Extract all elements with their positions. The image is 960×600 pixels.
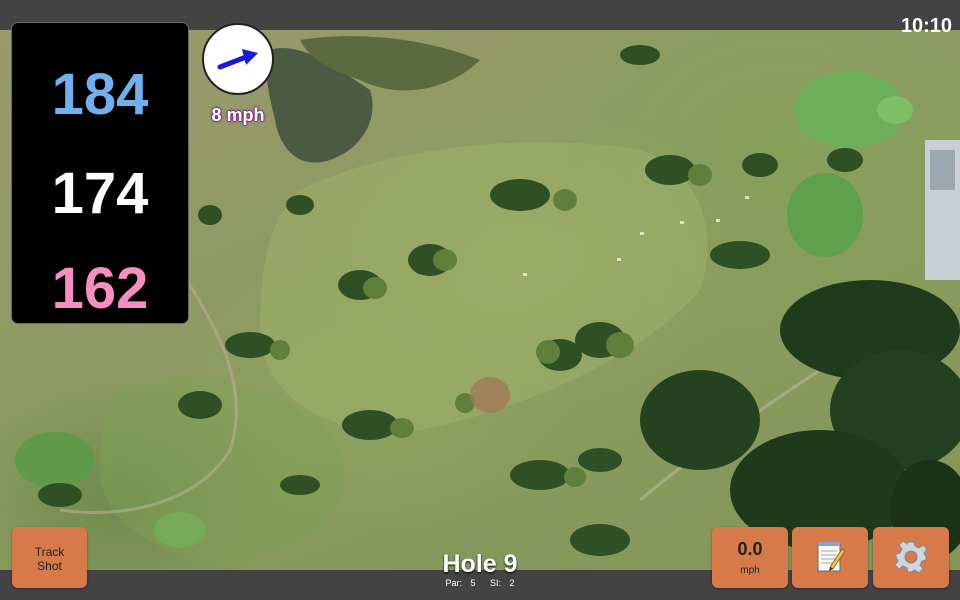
settings-button[interactable] [873,527,949,588]
distance-panel: 184 174 162 [11,22,189,324]
arrow-right-up-icon [217,49,258,70]
si-value: 2 [509,578,515,588]
par-value: 5 [470,578,476,588]
hole-meta: Par: 5 SI: 2 [380,578,580,589]
middle-distance: 174 [51,161,149,226]
hole-info: Hole 9 Par: 5 SI: 2 [380,550,580,589]
wind-speed-label: 8 mph [211,105,265,125]
notes-button[interactable] [792,527,868,588]
clock-time: 10:10 [900,15,952,37]
track-shot-label-line2: Shot [37,559,62,573]
si-label: SI: [490,578,502,588]
notepad-icon [817,542,846,572]
track-shot-label-line1: Track [34,545,65,559]
speed-value: 0.0 [737,539,763,559]
speed-unit: mph [740,565,760,576]
back-distance: 184 [51,62,149,127]
front-distance: 162 [51,256,149,321]
hole-title: Hole 9 [442,550,518,578]
gear-icon [894,540,928,574]
par-label: Par: [445,578,462,588]
wind-speed-button[interactable]: 0.0 mph [712,527,788,588]
track-shot-button[interactable]: Track Shot [12,527,87,588]
wind-direction-dial [202,23,274,95]
